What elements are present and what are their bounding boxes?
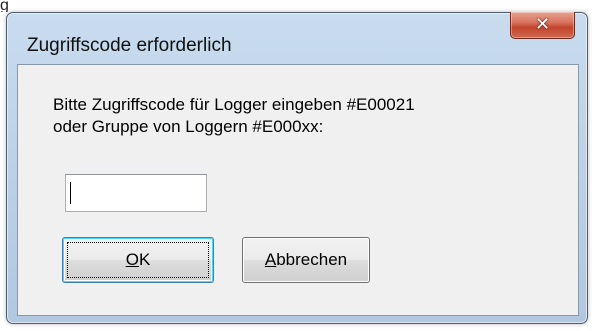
prompt-line-2: oder Gruppe von Loggern #E000xx: <box>53 117 324 136</box>
cancel-mnemonic: A <box>264 250 277 269</box>
dialog-window: Zugriffscode erforderlich ✕ Bitte Zugrif… <box>6 12 588 324</box>
dialog-client-area: Bitte Zugriffscode für Logger eingeben #… <box>17 64 579 316</box>
ok-mnemonic: O <box>125 250 139 269</box>
dialog-title: Zugriffscode erforderlich <box>27 35 232 56</box>
cancel-label-rest: bbrechen <box>276 250 348 269</box>
close-button[interactable]: ✕ <box>510 12 575 39</box>
text-caret <box>70 182 71 204</box>
cancel-button-label: Abbrechen <box>265 250 347 270</box>
title-bar[interactable]: Zugriffscode erforderlich ✕ <box>7 12 587 56</box>
ok-button-label: OK <box>126 250 151 270</box>
ok-label-rest: K <box>138 250 151 269</box>
close-icon: ✕ <box>534 14 551 35</box>
cancel-button[interactable]: Abbrechen <box>242 237 370 283</box>
background-text-fragment: g <box>0 0 9 12</box>
access-code-input[interactable] <box>65 174 207 212</box>
ok-button[interactable]: OK <box>62 237 214 283</box>
prompt-line-1: Bitte Zugriffscode für Logger eingeben #… <box>53 95 415 114</box>
prompt-text: Bitte Zugriffscode für Logger eingeben #… <box>53 94 415 138</box>
